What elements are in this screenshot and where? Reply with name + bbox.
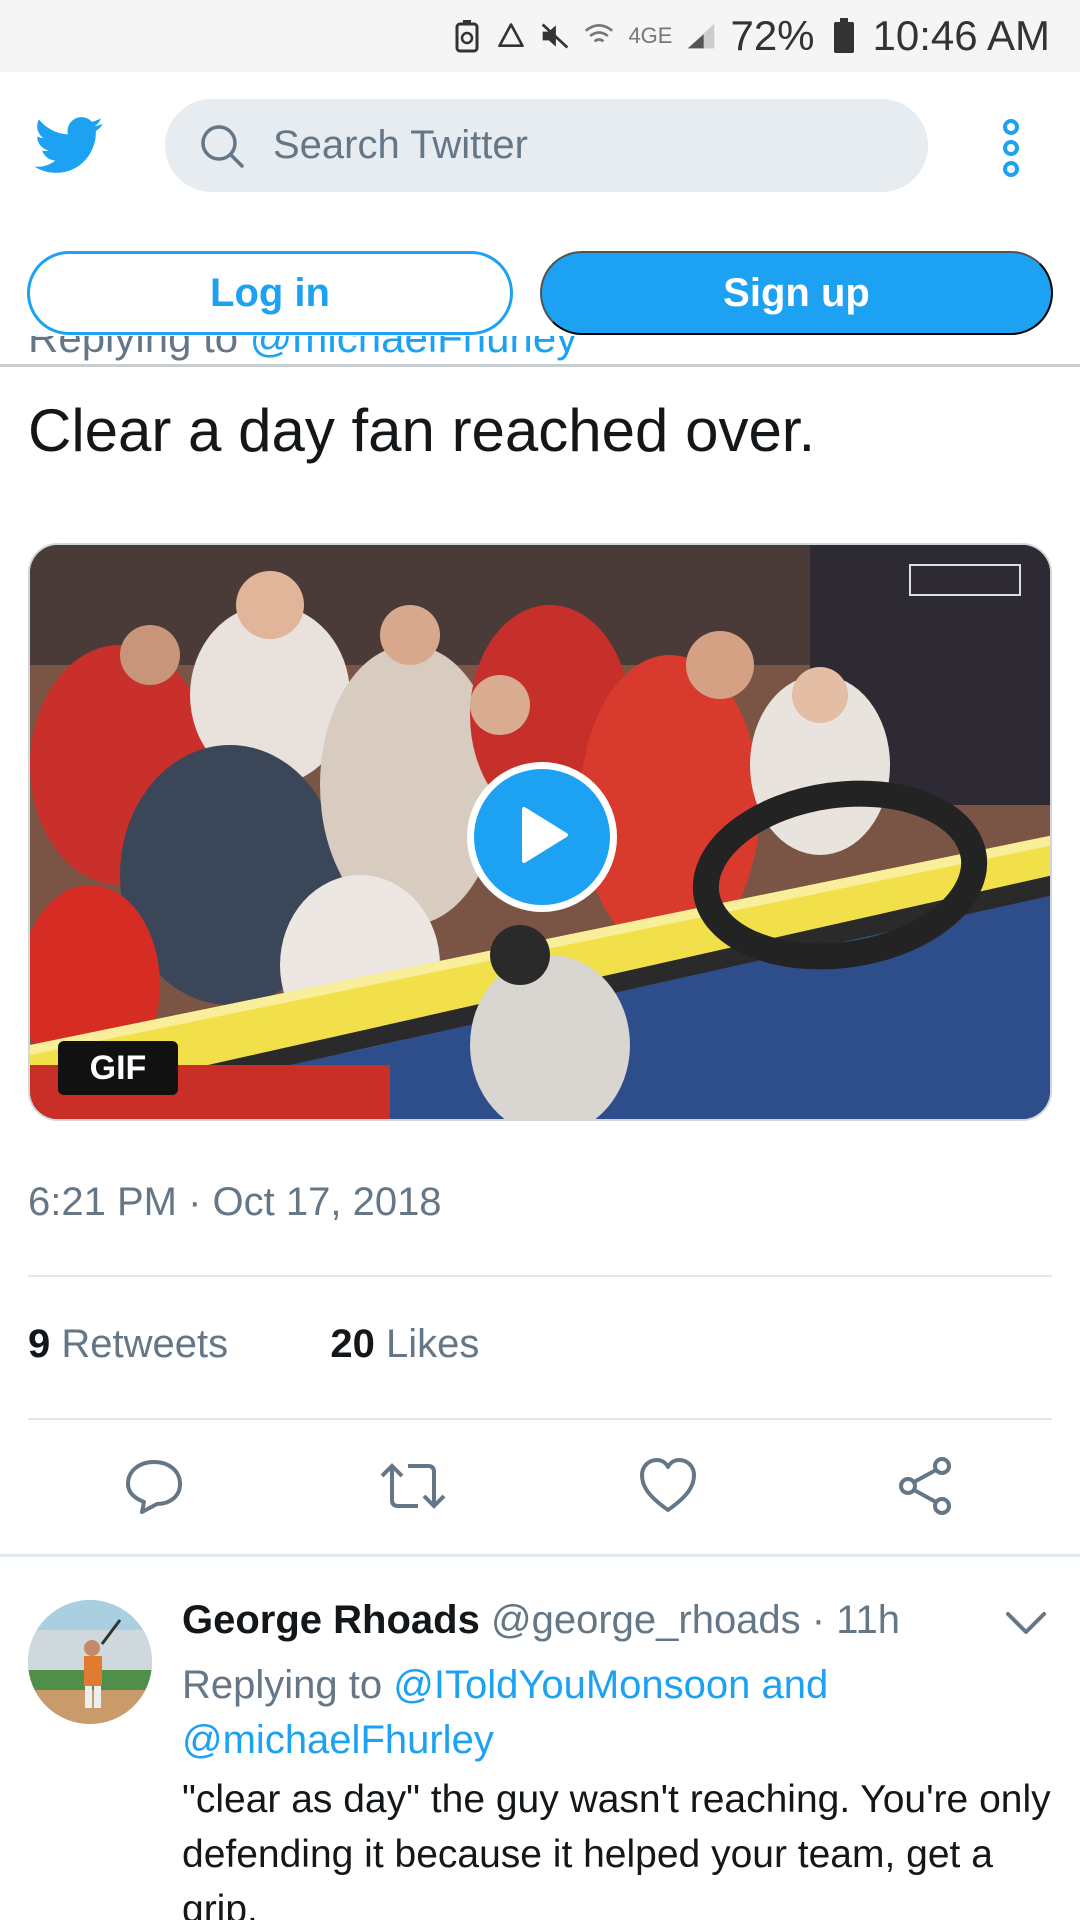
tweet-media-gif[interactable]: GIF bbox=[28, 543, 1052, 1121]
reply-header: George Rhoads @george_rhoads · 11h bbox=[182, 1598, 900, 1643]
battery-percent: 72% bbox=[730, 12, 815, 59]
play-button[interactable] bbox=[467, 762, 617, 912]
avatar[interactable] bbox=[28, 1600, 152, 1724]
likes-label: Likes bbox=[386, 1322, 480, 1366]
replying-prefix: Replying to bbox=[28, 336, 250, 361]
tweet-timestamp[interactable]: 6:21 PM · Oct 17, 2018 bbox=[28, 1180, 442, 1225]
status-bar: 4GE 72% 10:46 AM bbox=[0, 0, 1080, 72]
mute-icon bbox=[540, 18, 570, 54]
replying-to-line: Replying to @michaelFhurley bbox=[28, 336, 928, 364]
tweet-actions bbox=[0, 1456, 1080, 1516]
mention-link[interactable]: @IToldYouMonsoon bbox=[393, 1663, 750, 1707]
gif-badge: GIF bbox=[58, 1041, 178, 1095]
search-input[interactable] bbox=[273, 123, 873, 168]
mention-connector[interactable]: and bbox=[750, 1663, 829, 1707]
retweets-count: 9 bbox=[28, 1322, 51, 1366]
reply-author-handle[interactable]: @george_rhoads · 11h bbox=[491, 1598, 900, 1642]
divider bbox=[28, 1275, 1052, 1277]
replying-mention-link[interactable]: @michaelFhurley bbox=[250, 336, 577, 361]
retweets-stat[interactable]: 9 Retweets bbox=[28, 1322, 228, 1366]
tweet-stats: 9 Retweets 20 Likes bbox=[28, 1322, 479, 1367]
header-divider bbox=[0, 364, 1080, 367]
tweet-text: Clear a day fan reached over. bbox=[28, 397, 816, 464]
reply-replying-prefix: Replying to bbox=[182, 1663, 394, 1707]
reply-author-name[interactable]: George Rhoads bbox=[182, 1598, 480, 1642]
reply-text: "clear as day" the guy wasn't reaching. … bbox=[182, 1778, 1051, 1920]
search-icon bbox=[199, 123, 245, 169]
divider bbox=[28, 1418, 1052, 1420]
play-icon bbox=[512, 803, 572, 872]
signup-button[interactable]: Sign up bbox=[540, 251, 1053, 335]
search-box[interactable] bbox=[165, 99, 928, 192]
reply-replying-to: Replying to @IToldYouMonsoon and @michae… bbox=[182, 1658, 1042, 1768]
signal-icon bbox=[686, 18, 716, 54]
chevron-down-icon[interactable] bbox=[1004, 1608, 1048, 1638]
reply-icon[interactable] bbox=[124, 1456, 184, 1516]
status-time: 10:46 AM bbox=[872, 12, 1050, 59]
mention-link[interactable]: @michaelFhurley bbox=[182, 1718, 494, 1762]
like-icon[interactable] bbox=[638, 1456, 698, 1516]
likes-stat[interactable]: 20 Likes bbox=[330, 1322, 479, 1366]
recycle-icon bbox=[496, 18, 526, 54]
retweet-icon[interactable] bbox=[380, 1456, 446, 1516]
top-header bbox=[0, 72, 1080, 224]
auth-buttons: Log in Sign up bbox=[0, 248, 1080, 338]
retweets-label: Retweets bbox=[61, 1322, 229, 1366]
likes-count: 20 bbox=[330, 1322, 375, 1366]
network-type-label: 4GE bbox=[628, 23, 673, 48]
divider bbox=[0, 1554, 1080, 1557]
share-icon[interactable] bbox=[896, 1456, 956, 1516]
battery-icon bbox=[829, 18, 859, 54]
wifi-icon bbox=[584, 18, 614, 54]
twitter-bird-icon[interactable] bbox=[34, 116, 104, 176]
more-vertical-icon[interactable] bbox=[998, 118, 1024, 178]
login-button[interactable]: Log in bbox=[27, 251, 513, 335]
battery-saver-icon bbox=[452, 18, 482, 54]
